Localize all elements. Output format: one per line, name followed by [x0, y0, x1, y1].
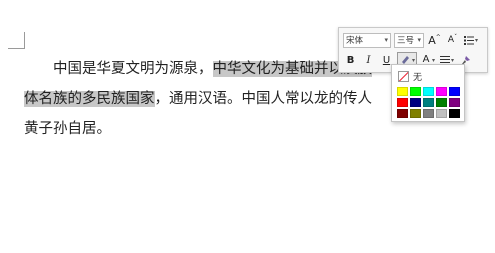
text-plain: 黄子孙自居。 [24, 121, 111, 137]
font-name-select[interactable]: 宋体 ▾ [343, 32, 391, 48]
color-swatch[interactable] [397, 98, 408, 107]
italic-icon: I [366, 54, 371, 66]
color-swatch[interactable] [449, 98, 460, 107]
chevron-down-icon: ▾ [475, 36, 479, 44]
font-size-value: 三号 [397, 36, 415, 46]
color-swatch[interactable] [436, 98, 447, 107]
bold-button[interactable]: B [343, 53, 358, 68]
chevron-down-icon: ▾ [432, 56, 436, 64]
color-swatch[interactable] [423, 109, 434, 118]
font-name-value: 宋体 [346, 36, 364, 46]
grow-font-button[interactable]: A ^ [427, 33, 442, 48]
list-icon [464, 36, 474, 45]
bold-icon: B [346, 54, 355, 66]
text-highlighted: 体名族的多民族国家 [24, 91, 155, 107]
color-swatch[interactable] [410, 87, 421, 96]
text-plain: 中国是华夏文明为源泉， [24, 61, 213, 77]
no-color-option[interactable]: 无 [398, 70, 423, 83]
color-swatch[interactable] [449, 109, 460, 118]
page-margin-corner-mark [8, 32, 25, 49]
chevron-down-icon: ▾ [417, 36, 421, 44]
paragraph-line-2[interactable]: 体名族的多民族国家，通用汉语。中国人常以龙的传人 [24, 86, 372, 112]
color-swatch[interactable] [410, 109, 421, 118]
font-size-select[interactable]: 三号 ▾ [394, 32, 424, 48]
no-color-icon [398, 70, 409, 82]
no-color-label: 无 [413, 72, 423, 83]
color-swatch[interactable] [436, 109, 447, 118]
color-swatch[interactable] [423, 98, 434, 107]
caret-down-icon: ˇ [454, 34, 458, 41]
chevron-down-icon: ▾ [451, 56, 455, 64]
color-swatch-grid [397, 87, 461, 118]
color-swatch[interactable] [397, 109, 408, 118]
highlight-color-palette: 无 [391, 64, 465, 122]
underline-icon: U [382, 54, 391, 66]
chevron-down-icon: ▾ [384, 36, 388, 44]
grow-font-icon: A [428, 33, 436, 47]
paragraph-line-3[interactable]: 黄子孙自居。 [24, 116, 111, 142]
color-swatch[interactable] [423, 87, 434, 96]
color-swatch[interactable] [410, 98, 421, 107]
toolbar-row-font: 宋体 ▾ 三号 ▾ A ^ Aˇ ▾ [343, 31, 483, 49]
chevron-down-icon: ▾ [412, 56, 416, 64]
italic-button[interactable]: I [361, 53, 376, 68]
shrink-font-button[interactable]: Aˇ [445, 33, 460, 48]
paragraph-line-1[interactable]: 中国是华夏文明为源泉，中华文化为基础并以汉族 [24, 56, 372, 82]
color-swatch[interactable] [397, 87, 408, 96]
font-color-letter: A [422, 53, 430, 65]
color-swatch[interactable] [449, 87, 460, 96]
list-style-button[interactable]: ▾ [463, 33, 479, 48]
caret-up-icon: ^ [435, 34, 441, 41]
color-swatch[interactable] [436, 87, 447, 96]
text-plain: ，通用汉语。中国人常以龙的传人 [154, 91, 373, 107]
